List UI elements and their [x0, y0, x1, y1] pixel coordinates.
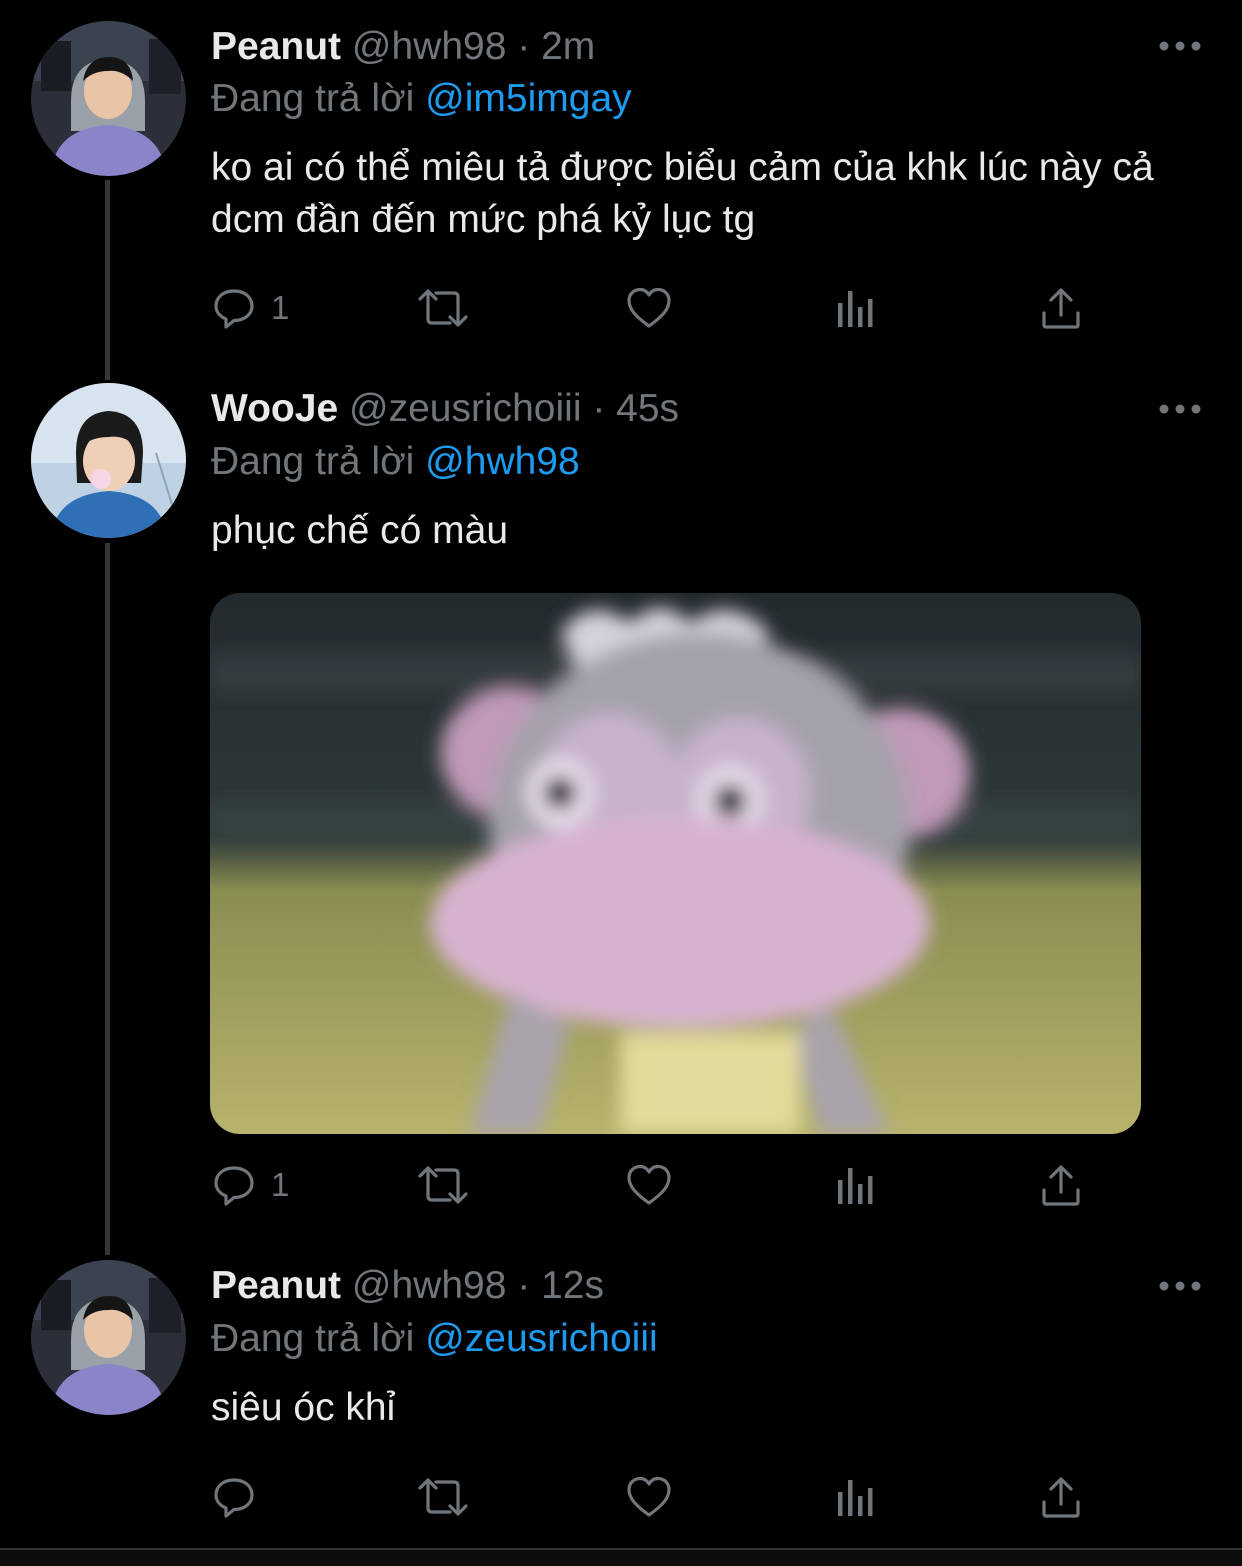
tweet[interactable]: Peanut @hwh98 · 12s Đang trả lời @zeusri…	[0, 0, 1242, 1540]
like-button[interactable]	[625, 1472, 673, 1522]
replying-to-label: Đang trả lời	[211, 1317, 415, 1360]
replying-to: Đang trả lời @zeusrichoiii	[211, 1314, 658, 1364]
retweet-button[interactable]	[416, 1472, 470, 1522]
reply-button[interactable]	[211, 1472, 271, 1522]
mention-link[interactable]: @zeusrichoiii	[425, 1317, 658, 1360]
more-icon[interactable]	[1158, 1276, 1202, 1296]
share-icon	[1042, 1477, 1080, 1518]
views-icon	[838, 1480, 873, 1516]
tweet-header: Peanut @hwh98 · 12s	[211, 1261, 604, 1311]
bottom-divider	[0, 1548, 1242, 1566]
views-button[interactable]	[835, 1472, 877, 1522]
tweet-actions	[211, 1472, 1111, 1522]
separator-dot: ·	[517, 1264, 531, 1307]
heart-icon	[627, 1476, 671, 1517]
retweet-icon	[418, 1478, 468, 1516]
username[interactable]: @hwh98	[352, 1264, 507, 1307]
avatar[interactable]	[31, 1260, 186, 1415]
share-button[interactable]	[1039, 1472, 1083, 1522]
timestamp[interactable]: 12s	[541, 1264, 604, 1307]
display-name[interactable]: Peanut	[211, 1264, 341, 1307]
reply-icon	[214, 1478, 254, 1518]
tweet-text: siêu óc khỉ	[211, 1386, 396, 1429]
